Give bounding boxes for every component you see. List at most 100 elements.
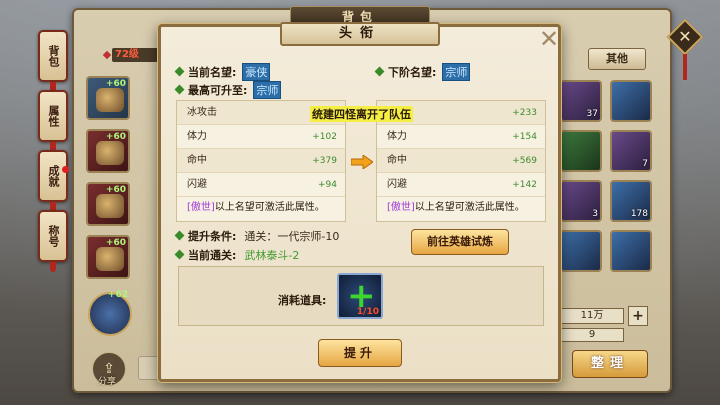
stat-value: +154 [512,132,537,142]
next-rank-label: 下阶名望: [388,66,437,79]
stat-name: 闪避 [387,179,407,190]
current-level-value: 武林泰斗-2 [244,249,300,262]
current-rank-value: 豪侠 [242,63,271,81]
tab-titles-label: 称号 [47,225,60,247]
item-count: 7 [642,159,648,169]
tab-achievements-label: 成就 [47,165,60,187]
bullet-icon [174,230,185,241]
bullet-icon [174,66,185,77]
max-rank-row: 最高可升至: 宗师 [174,81,282,99]
current-rank-row: 当前名望: 豪侠 [174,63,271,81]
next-rank-row: 下阶名望: 宗师 [374,63,471,81]
item-count: 178 [630,209,648,219]
inventory-item[interactable]: 7 [610,130,652,172]
inventory-grid: 37 7 3 178 [560,80,652,272]
armor-icon [96,141,124,165]
stat-note: [傲世]以上名望可激活此属性。 [387,198,525,213]
stat-note-text: 以上名望可激活此属性。 [414,202,525,213]
stat-row: 体力 +102 [177,125,345,149]
tab-achievements[interactable]: 成就 [38,150,69,212]
stat-value: +569 [512,156,537,166]
sort-button[interactable]: 整理 [572,350,648,378]
inventory-item[interactable]: 37 [560,80,602,122]
stat-name: 命中 [387,155,407,166]
stat-row: 闪避 +94 [177,173,345,197]
tab-other[interactable]: 其他 [588,48,646,70]
equipment-column: +60 +60 +60 +60 [86,76,132,288]
close-icon[interactable]: ✕ [675,24,695,50]
bag-count-display: 9 [560,328,624,342]
inventory-item[interactable] [610,230,652,272]
tab-titles[interactable]: 称号 [38,210,68,272]
inventory-item[interactable] [560,130,602,172]
stat-value: +233 [512,108,537,118]
tassel-ornament [683,54,687,80]
plus-icon: + [632,308,644,324]
upgrade-button[interactable]: 提升 [318,339,402,367]
current-rank-label: 当前名望: [188,66,237,79]
consume-item-count: 1/10 [356,307,379,317]
equipment-slot-neck[interactable]: +60 [86,76,130,120]
current-level-label: 当前通关: [188,249,237,262]
enhance-level: +62 [107,290,128,300]
tab-bag[interactable]: 背包 [38,30,68,92]
party-toast-message: 统建四怪离开了队伍 [310,106,413,122]
side-tab-bar: 背包 属性 成就 称号 [38,30,70,272]
stat-row: 命中 +379 [177,149,345,173]
tab-attributes[interactable]: 属性 [38,90,68,152]
stat-name: 体力 [187,131,207,142]
inventory-item[interactable] [560,230,602,272]
level-badge: 72级 [112,48,162,62]
necklace-icon [96,88,124,112]
inventory-item[interactable]: 178 [610,180,652,222]
arrow-right-icon [351,155,373,169]
boots-icon [96,247,124,271]
stat-row: 体力 +154 [377,125,545,149]
next-rank-value: 宗师 [442,63,471,81]
stat-note-tag: [傲世] [187,202,215,213]
share-label: 分享 [98,377,117,387]
stat-note-text: 以上名望可激活此属性。 [214,202,325,213]
money-display: 11万 [560,308,624,324]
stat-row: 闪避 +142 [377,173,545,197]
equipment-slot-weapon[interactable]: +62 [88,290,132,336]
consume-label: 消耗道具: [278,294,327,307]
stat-value: +102 [312,132,337,142]
current-level-row: 当前通关: 武林泰斗-2 [174,247,300,263]
bullet-icon [374,66,385,77]
stat-name: 体力 [387,131,407,142]
inventory-item[interactable]: 3 [560,180,602,222]
max-rank-label: 最高可升至: [188,84,248,97]
dialog-title: 头衔 [280,22,440,46]
stat-value: +379 [312,156,337,166]
stat-note-tag: [傲世] [387,202,415,213]
upgrade-condition-value: 通关：一代宗师-10 [244,230,340,243]
equipment-slot-boots[interactable]: +60 [86,235,130,279]
stat-name: 命中 [187,155,207,166]
equipment-slot-belt[interactable]: +60 [86,182,130,226]
tassel-ornament [50,262,56,272]
stat-name: 冰攻击 [187,107,217,118]
tab-bag-label: 背包 [47,45,60,67]
max-rank-value: 宗师 [253,81,282,99]
close-icon[interactable]: ✕ [538,27,560,51]
upgrade-condition-label: 提升条件: [188,230,237,243]
inventory-item[interactable] [610,80,652,122]
bullet-icon [174,84,185,95]
stat-note: [傲世]以上名望可激活此属性。 [187,198,325,213]
tab-attributes-label: 属性 [47,105,60,127]
upgrade-condition-row: 提升条件: 通关：一代宗师-10 [174,228,340,244]
bullet-icon [174,249,185,260]
belt-icon [96,194,124,218]
stat-value: +94 [318,180,337,190]
stat-value: +142 [512,180,537,190]
add-money-button[interactable]: + [628,306,648,326]
stat-row: 命中 +569 [377,149,545,173]
item-count: 37 [586,109,598,119]
notification-dot [62,166,69,173]
item-count: 3 [592,209,598,219]
equipment-slot-armor[interactable]: +60 [86,129,130,173]
hero-trial-button[interactable]: 前往英雄试炼 [411,229,509,255]
stat-name: 闪避 [187,179,207,190]
consume-item-slot[interactable]: + 1/10 [337,273,383,319]
